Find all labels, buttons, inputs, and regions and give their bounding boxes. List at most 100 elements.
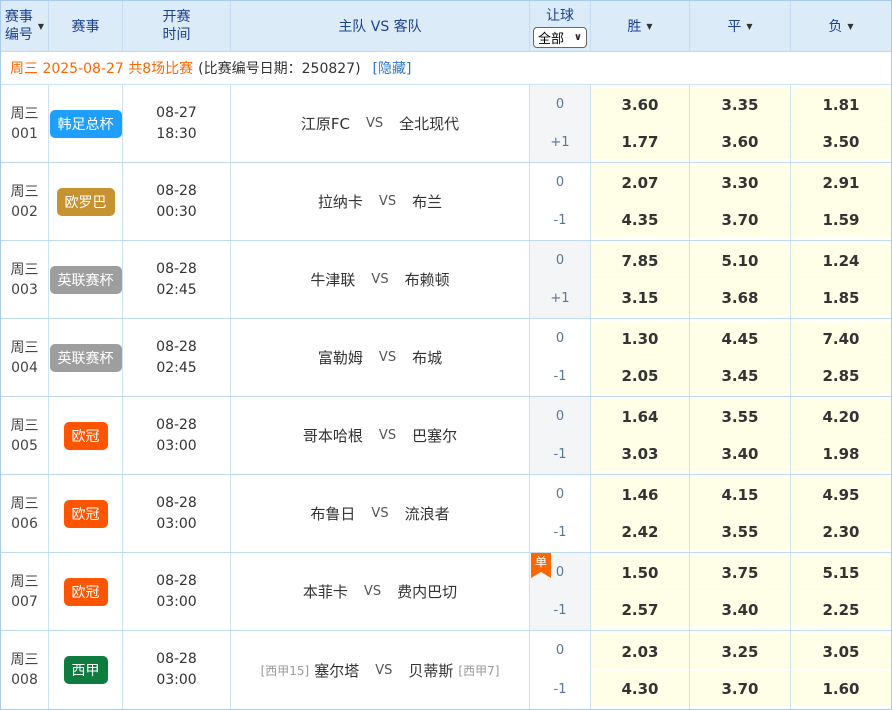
league-badge[interactable]: 韩足总杯 (50, 110, 122, 138)
odds-cell-draw[interactable]: 3.60 (690, 124, 790, 159)
header-time: 开赛 时间 (123, 1, 231, 51)
league-badge[interactable]: 欧冠 (64, 500, 108, 528)
odds-cell-win[interactable]: 2.03 (591, 634, 689, 669)
odds-cell-lose[interactable]: 4.20 (791, 400, 891, 435)
match-number: 007 (11, 592, 38, 612)
match-row: 周三006欧冠08-2803:00布鲁日VS流浪者0-11.462.424.15… (1, 475, 891, 553)
sort-arrow-icon[interactable]: ▼ (847, 22, 853, 31)
odds-cell-lose[interactable]: 3.05 (791, 634, 891, 669)
odds-cell-draw[interactable]: 3.25 (690, 634, 790, 669)
league-cell: 英联赛杯 (49, 241, 123, 318)
odds-cell-lose[interactable]: 3.50 (791, 124, 891, 159)
draw-odds-column: 3.253.70 (690, 631, 791, 709)
odds-cell-win[interactable]: 2.42 (591, 514, 689, 549)
odds-cell-draw[interactable]: 3.75 (690, 556, 790, 591)
league-badge[interactable]: 欧冠 (64, 422, 108, 450)
odds-cell-lose[interactable]: 7.40 (791, 322, 891, 357)
odds-cell-win[interactable]: 1.77 (591, 124, 689, 159)
odds-cell-win[interactable]: 4.30 (591, 671, 689, 706)
handicap-cell: 单0-1 (530, 553, 591, 630)
odds-cell-draw[interactable]: 3.30 (690, 166, 790, 201)
match-time: 03:00 (156, 436, 196, 457)
match-date: 08-28 (156, 649, 197, 670)
odds-cell-draw[interactable]: 3.45 (690, 358, 790, 393)
odds-cell-win[interactable]: 7.85 (591, 244, 689, 279)
vs-label: VS (371, 272, 388, 287)
odds-cell-draw[interactable]: 3.55 (690, 400, 790, 435)
odds-cell-win[interactable]: 1.46 (591, 478, 689, 513)
lose-odds-column: 2.911.59 (791, 163, 891, 240)
hide-link[interactable]: [隐藏] (373, 58, 412, 78)
odds-cell-lose[interactable]: 1.60 (791, 671, 891, 706)
win-odds-column: 1.502.57 (591, 553, 690, 630)
league-badge[interactable]: 英联赛杯 (50, 344, 122, 372)
odds-cell-win[interactable]: 1.50 (591, 556, 689, 591)
odds-cell-win[interactable]: 3.15 (591, 280, 689, 315)
odds-cell-win[interactable]: 1.30 (591, 322, 689, 357)
match-date: 08-28 (156, 337, 197, 358)
odds-cell-lose[interactable]: 2.30 (791, 514, 891, 549)
home-team: 哥本哈根 (303, 425, 363, 446)
vs-label: VS (379, 428, 396, 443)
handicap-value: 0 (530, 241, 590, 280)
header-match-id[interactable]: 赛事编号 ▼ (1, 1, 49, 51)
odds-cell-win[interactable]: 3.60 (591, 88, 689, 123)
handicap-filter-select[interactable]: 全部 ∨ (533, 27, 587, 48)
odds-cell-lose[interactable]: 4.95 (791, 478, 891, 513)
league-badge[interactable]: 欧冠 (64, 578, 108, 606)
league-badge[interactable]: 英联赛杯 (50, 266, 122, 294)
odds-cell-draw[interactable]: 3.40 (690, 592, 790, 627)
odds-cell-win[interactable]: 2.07 (591, 166, 689, 201)
odds-cell-draw[interactable]: 4.15 (690, 478, 790, 513)
odds-cell-win[interactable]: 3.03 (591, 436, 689, 471)
odds-cell-lose[interactable]: 1.81 (791, 88, 891, 123)
odds-cell-draw[interactable]: 3.70 (690, 202, 790, 237)
odds-cell-draw[interactable]: 5.10 (690, 244, 790, 279)
odds-cell-draw[interactable]: 3.55 (690, 514, 790, 549)
lose-odds-column: 5.152.25 (791, 553, 891, 630)
odds-cell-lose[interactable]: 1.85 (791, 280, 891, 315)
odds-cell-win[interactable]: 4.35 (591, 202, 689, 237)
odds-cell-win[interactable]: 2.57 (591, 592, 689, 627)
odds-cell-lose[interactable]: 5.15 (791, 556, 891, 591)
sort-arrow-icon[interactable]: ▼ (38, 22, 44, 31)
odds-cell-draw[interactable]: 4.45 (690, 322, 790, 357)
sort-arrow-icon[interactable]: ▼ (746, 22, 752, 31)
odds-cell-win[interactable]: 1.64 (591, 400, 689, 435)
odds-cell-draw[interactable]: 3.40 (690, 436, 790, 471)
league-badge[interactable]: 西甲 (64, 656, 108, 684)
match-id-cell: 周三002 (1, 163, 49, 240)
header-win[interactable]: 胜 ▼ (591, 1, 690, 51)
match-id-cell: 周三003 (1, 241, 49, 318)
win-odds-column: 3.601.77 (591, 85, 690, 162)
draw-odds-column: 5.103.68 (690, 241, 791, 318)
odds-cell-lose[interactable]: 2.85 (791, 358, 891, 393)
home-team: 塞尔塔 (314, 660, 359, 681)
league-badge[interactable]: 欧罗巴 (57, 188, 115, 216)
odds-cell-lose[interactable]: 2.25 (791, 592, 891, 627)
home-team: 拉纳卡 (318, 191, 363, 212)
match-row: 周三007欧冠08-2803:00本菲卡VS费内巴切单0-11.502.573.… (1, 553, 891, 631)
header-lose[interactable]: 负 ▼ (791, 1, 891, 51)
match-day: 周三 (11, 260, 39, 280)
odds-cell-draw[interactable]: 3.68 (690, 280, 790, 315)
handicap-value: +1 (530, 124, 590, 163)
handicap-value: -1 (530, 670, 590, 709)
header-teams: 主队 VS 客队 (231, 1, 530, 51)
odds-cell-draw[interactable]: 3.35 (690, 88, 790, 123)
match-time: 03:00 (156, 592, 196, 613)
odds-cell-lose[interactable]: 2.91 (791, 166, 891, 201)
draw-odds-column: 3.753.40 (690, 553, 791, 630)
odds-cell-draw[interactable]: 3.70 (690, 671, 790, 706)
sort-arrow-icon[interactable]: ▼ (646, 22, 652, 31)
header-draw[interactable]: 平 ▼ (690, 1, 791, 51)
handicap-value: -1 (530, 592, 590, 631)
league-cell: 欧冠 (49, 397, 123, 474)
odds-cell-lose[interactable]: 1.98 (791, 436, 891, 471)
home-team: 牛津联 (310, 269, 355, 290)
odds-cell-win[interactable]: 2.05 (591, 358, 689, 393)
odds-cell-lose[interactable]: 1.59 (791, 202, 891, 237)
odds-cell-lose[interactable]: 1.24 (791, 244, 891, 279)
date-summary-text: 周三 2025-08-27 共8场比赛 (10, 58, 193, 78)
match-time: 00:30 (156, 202, 196, 223)
